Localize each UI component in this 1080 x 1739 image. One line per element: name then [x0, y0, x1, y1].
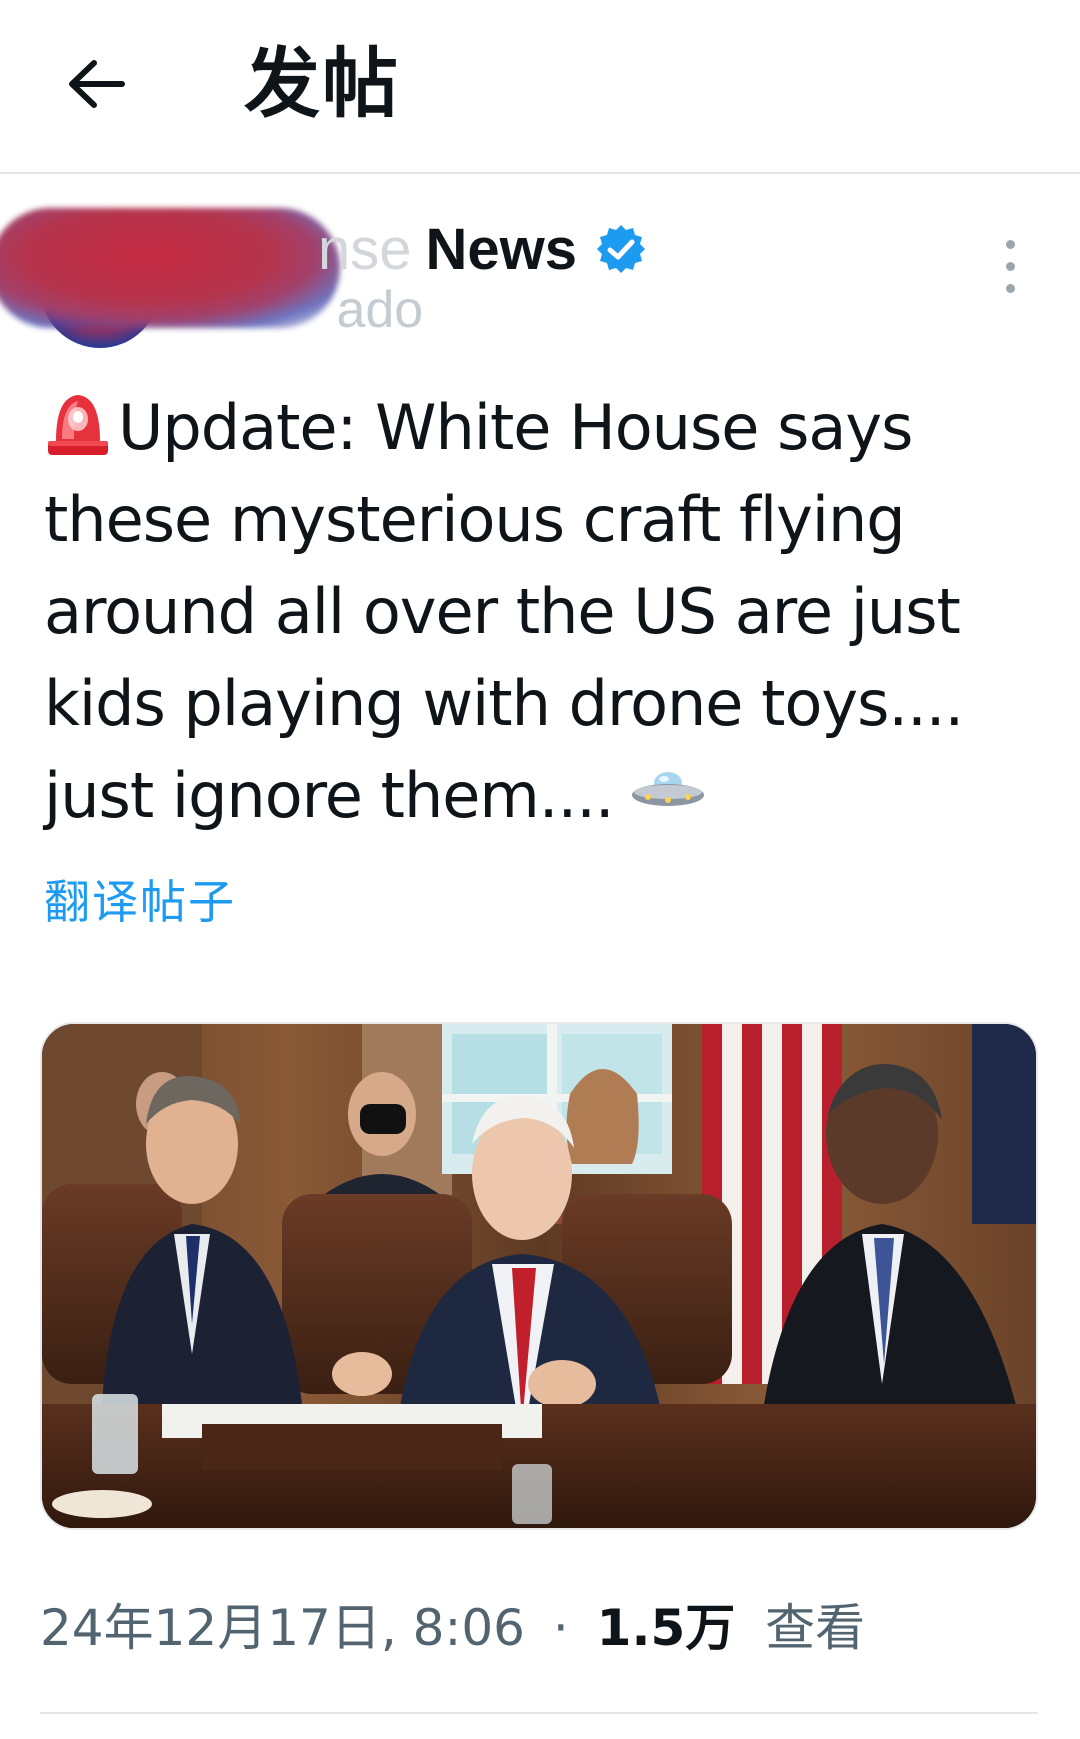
views-label: 查看 — [765, 1599, 866, 1657]
flying-saucer-icon — [631, 772, 704, 806]
more-vertical-icon — [1005, 240, 1015, 249]
arrow-left-icon — [69, 60, 125, 108]
post-author[interactable]: nse News ⁠ ado — [0, 188, 1080, 358]
views-count: 1.5万 — [596, 1599, 736, 1657]
post-line: around all over the US are just — [44, 575, 961, 648]
verified-badge-icon — [597, 225, 646, 273]
post-body: Update: White House says these mysteriou… — [44, 382, 1044, 842]
post-line: Update: White House says — [44, 382, 1044, 474]
post-meta: 24年12月17日, 8:06 · 1.5万 查看 — [40, 1596, 865, 1660]
top-bar: 发帖 — [0, 0, 1080, 174]
author-handle-text: ado — [336, 281, 424, 339]
post-line: kids playing with drone toys.... — [44, 667, 964, 740]
author-name: News — [425, 216, 578, 282]
handle-faded-redacted: ⁠ — [318, 281, 337, 339]
author-handle[interactable]: ⁠ ado — [318, 280, 423, 340]
post-line: these mysterious craft flying — [44, 483, 906, 556]
redaction-scribble — [0, 208, 340, 328]
author-display-name[interactable]: nse News — [318, 214, 647, 284]
post-datetime[interactable]: 24年12月17日, 8:06 — [40, 1599, 525, 1657]
divider — [40, 1712, 1038, 1714]
post-line: just ignore them.... — [44, 750, 1044, 842]
rotating-light-icon — [48, 395, 108, 455]
author-name-faded: nse — [318, 216, 412, 282]
more-options-button[interactable] — [996, 240, 1024, 300]
meta-separator: · — [552, 1599, 569, 1657]
post-image[interactable] — [40, 1022, 1038, 1530]
back-button[interactable] — [56, 44, 136, 124]
translate-post-link[interactable]: 翻译帖子 — [44, 866, 236, 932]
page-title: 发帖 — [244, 39, 400, 128]
press-photo — [42, 1024, 1036, 1528]
